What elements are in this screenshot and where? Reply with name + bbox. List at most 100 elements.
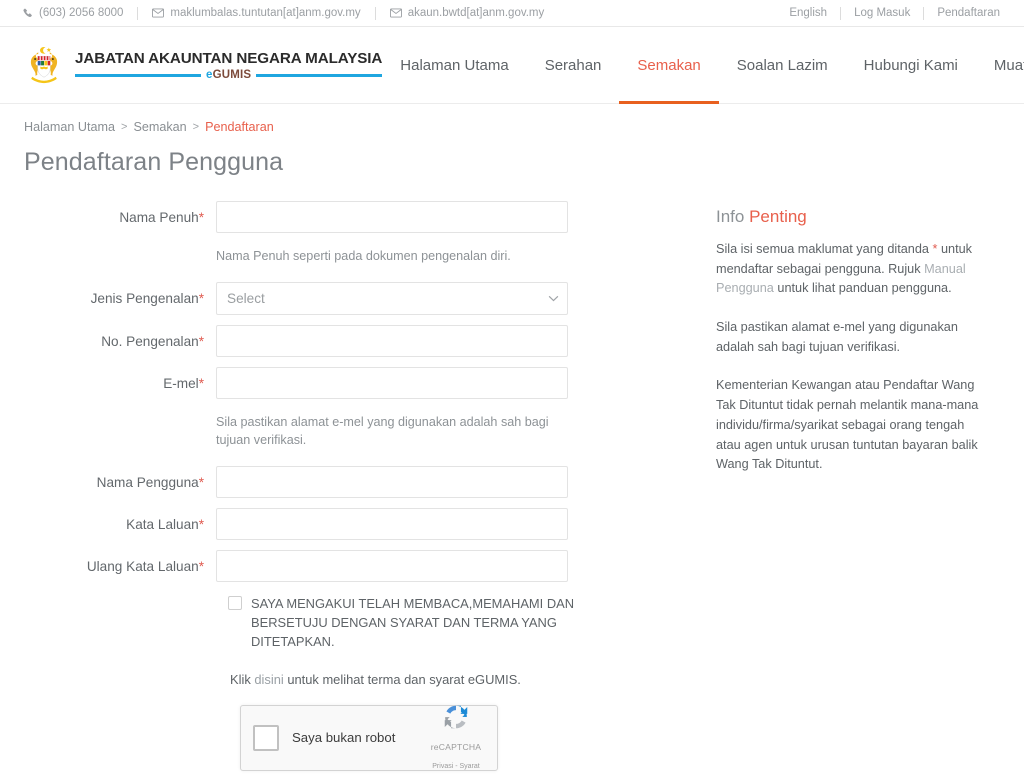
ulang-kata-laluan-input[interactable] xyxy=(216,549,568,582)
label-spacer xyxy=(24,243,216,252)
breadcrumb: Halaman Utama > Semakan > Pendaftaran xyxy=(24,104,1000,134)
main-navigation: Halaman Utama Serahan Semakan Soalan Laz… xyxy=(382,27,1024,104)
nav-item-halaman-utama[interactable]: Halaman Utama xyxy=(382,27,526,103)
breadcrumb-separator: > xyxy=(121,121,128,133)
label-text: Jenis Pengenalan xyxy=(90,290,199,306)
egumis-wordmark: eGUMIS xyxy=(206,69,251,81)
info-title-plain: Info xyxy=(716,207,745,226)
phone-link[interactable]: (603) 2056 8000 xyxy=(22,7,123,19)
brand-logo-link[interactable]: JABATAN AKAUNTAN NEGARA MALAYSIA eGUMIS xyxy=(22,45,382,85)
email-text-2: akaun.bwtd[at]anm.gov.my xyxy=(407,7,545,19)
terms-link-line: Klik disini untuk melihat terma dan syar… xyxy=(228,672,664,687)
recaptcha-checkbox[interactable] xyxy=(253,724,279,751)
label-text: Kata Laluan xyxy=(126,516,199,532)
info-title-highlight: Penting xyxy=(749,207,807,226)
emel-help-text: Sila pastikan alamat e-mel yang digunaka… xyxy=(216,414,549,447)
brand-text: JABATAN AKAUNTAN NEGARA MALAYSIA eGUMIS xyxy=(75,50,382,81)
nav-item-muat-turun[interactable]: Muat Turun xyxy=(976,27,1024,103)
emel-input[interactable] xyxy=(216,366,568,399)
field-row-jenis-pengenalan: Jenis Pengenalan* Select xyxy=(24,281,664,315)
label-text: E-mel xyxy=(163,375,199,391)
breadcrumb-item-halaman-utama[interactable]: Halaman Utama xyxy=(24,120,115,134)
language-toggle-link[interactable]: English xyxy=(789,7,827,19)
help-row-emel: Sila pastikan alamat e-mel yang digunaka… xyxy=(24,409,664,450)
envelope-icon xyxy=(152,8,165,18)
label-nama-penuh: Nama Penuh* xyxy=(24,201,216,226)
nama-pengguna-input[interactable] xyxy=(216,465,568,498)
nama-penuh-help-text: Nama Penuh seperti pada dokumen pengenal… xyxy=(216,249,511,263)
field-row-ulang-kata-laluan: Ulang Kata Laluan* xyxy=(24,549,664,582)
label-text: Ulang Kata Laluan xyxy=(86,558,199,574)
email-link-2[interactable]: akaun.bwtd[at]anm.gov.my xyxy=(389,7,545,19)
field-row-nama-penuh: Nama Penuh* xyxy=(24,201,664,233)
recaptcha-terms-text: Privasi - Syarat xyxy=(432,763,480,771)
terms-link-prefix: Klik xyxy=(230,671,255,687)
label-jenis-pengenalan: Jenis Pengenalan* xyxy=(24,282,216,307)
phone-icon xyxy=(22,8,33,19)
email-link-1[interactable]: maklumbalas.tuntutan[at]anm.gov.my xyxy=(152,7,361,19)
terms-agreement-text: SAYA MENGAKUI TELAH MEMBACA,MEMAHAMI DAN… xyxy=(251,595,575,649)
terms-checkbox[interactable] xyxy=(228,595,242,610)
kata-laluan-input[interactable] xyxy=(216,507,568,540)
required-marker: * xyxy=(198,290,204,306)
field-wrap xyxy=(216,201,568,233)
label-kata-laluan: Kata Laluan* xyxy=(24,508,216,533)
help-row-nama-penuh: Nama Penuh seperti pada dokumen pengenal… xyxy=(24,243,664,266)
top-utility-bar: (603) 2056 8000 maklumbalas.tuntutan[at]… xyxy=(0,0,1024,27)
nav-item-soalan-lazim[interactable]: Soalan Lazim xyxy=(719,27,846,103)
field-wrap xyxy=(216,507,568,540)
breadcrumb-item-semakan[interactable]: Semakan xyxy=(133,120,186,134)
brand-rule-left xyxy=(75,73,201,77)
field-wrap: Sila pastikan alamat e-mel yang digunaka… xyxy=(216,409,568,450)
topbar-contacts: (603) 2056 8000 maklumbalas.tuntutan[at]… xyxy=(22,6,545,20)
page-title: Pendaftaran Pengguna xyxy=(24,148,284,176)
label-emel: E-mel* xyxy=(24,367,216,392)
page-body: Halaman Utama > Semakan > Pendaftaran Pe… xyxy=(0,104,1024,783)
terms-agreement-row[interactable]: SAYA MENGAKUI TELAH MEMBACA,MEMAHAMI DAN… xyxy=(228,594,664,651)
jenis-pengenalan-select-wrap: Select xyxy=(216,281,568,315)
recaptcha-label: Saya bukan robot xyxy=(292,730,396,746)
info-paragraph-3: Kementerian Kewangan atau Pendaftar Wang… xyxy=(716,378,979,472)
terms-link-suffix: untuk melihat terma dan syarat eGUMIS. xyxy=(283,671,521,687)
nav-item-hubungi-kami[interactable]: Hubungi Kami xyxy=(846,27,976,103)
nav-item-serahan[interactable]: Serahan xyxy=(527,27,620,103)
divider xyxy=(137,6,139,20)
envelope-icon xyxy=(389,8,402,18)
nama-penuh-input[interactable] xyxy=(216,201,568,233)
field-row-kata-laluan: Kata Laluan* xyxy=(24,507,664,540)
info-paragraph-2: Sila pastikan alamat e-mel yang digunaka… xyxy=(716,320,958,354)
info-panel-title: Info Penting xyxy=(716,207,1000,227)
info-penting-panel: Info Penting Sila isi semua maklumat yan… xyxy=(664,201,1000,783)
login-link[interactable]: Log Masuk xyxy=(854,7,910,19)
recaptcha-logo-icon xyxy=(441,706,471,736)
email-text-1: maklumbalas.tuntutan[at]anm.gov.my xyxy=(170,7,361,19)
field-wrap xyxy=(216,549,568,582)
nav-item-semakan[interactable]: Semakan xyxy=(619,27,720,104)
phone-text: (603) 2056 8000 xyxy=(39,7,124,19)
divider xyxy=(840,6,842,20)
info-p1-after: untuk lihat panduan pengguna. xyxy=(773,281,952,296)
required-marker: * xyxy=(198,474,204,490)
label-nama-pengguna: Nama Pengguna* xyxy=(24,466,216,491)
field-wrap: Nama Penuh seperti pada dokumen pengenal… xyxy=(216,243,568,266)
no-pengenalan-input[interactable] xyxy=(216,324,568,357)
required-marker: * xyxy=(198,558,204,574)
required-marker: * xyxy=(198,210,204,225)
brand-rule-right xyxy=(256,73,383,77)
jenis-pengenalan-select[interactable]: Select xyxy=(216,281,568,315)
terms-disini-link[interactable]: disini xyxy=(254,672,283,687)
register-link[interactable]: Pendaftaran xyxy=(937,7,1000,19)
label-ulang-kata-laluan: Ulang Kata Laluan* xyxy=(24,550,216,575)
topbar-account-links: English Log Masuk Pendaftaran xyxy=(789,6,1000,20)
breadcrumb-item-current: Pendaftaran xyxy=(205,120,274,134)
field-row-emel: E-mel* xyxy=(24,366,664,399)
divider xyxy=(374,6,376,20)
recaptcha-brand-name: reCAPTCHA xyxy=(430,742,482,753)
recaptcha-widget[interactable]: Saya bukan robot reCAPTCHA Privasi - Sya… xyxy=(240,704,498,771)
field-row-no-pengenalan: No. Pengenalan* xyxy=(24,324,664,357)
field-wrap xyxy=(216,366,568,399)
content-area: Nama Penuh* Nama Penuh seperti pada doku… xyxy=(24,201,1000,783)
field-wrap xyxy=(216,324,568,357)
required-marker: * xyxy=(198,375,204,391)
registration-form: Nama Penuh* Nama Penuh seperti pada doku… xyxy=(24,201,664,783)
